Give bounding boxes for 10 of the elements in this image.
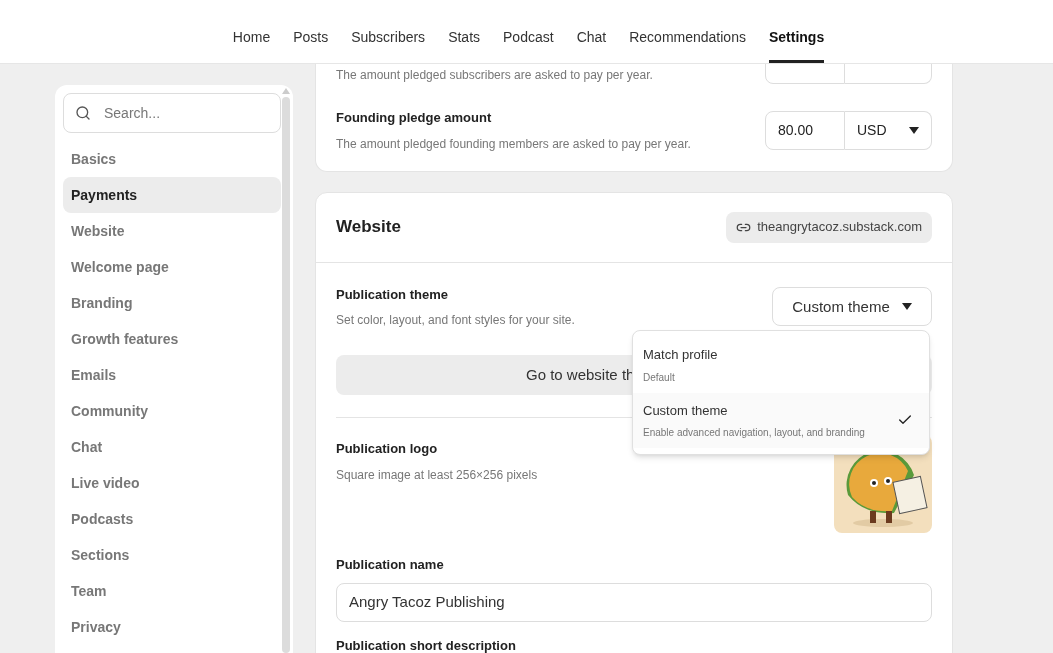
setting-description: Square image at least 256×256 pixels: [336, 466, 538, 484]
section-title: Website: [336, 216, 401, 239]
setting-title: Publication short description: [336, 636, 517, 653]
setting-description: The amount pledged founding members are asked to pay per year.: [336, 135, 691, 153]
setting-description: The amount pledged subscribers are asked to pay per year.: [336, 67, 653, 84]
setting-title: Publication theme: [336, 285, 449, 304]
setting-title: Publication logo: [336, 440, 439, 458]
setting-description: Set color, layout, and font styles for your site.: [336, 312, 575, 329]
setting-title: Founding pledge amount: [336, 109, 493, 127]
setting-title: Publication name: [336, 556, 445, 574]
